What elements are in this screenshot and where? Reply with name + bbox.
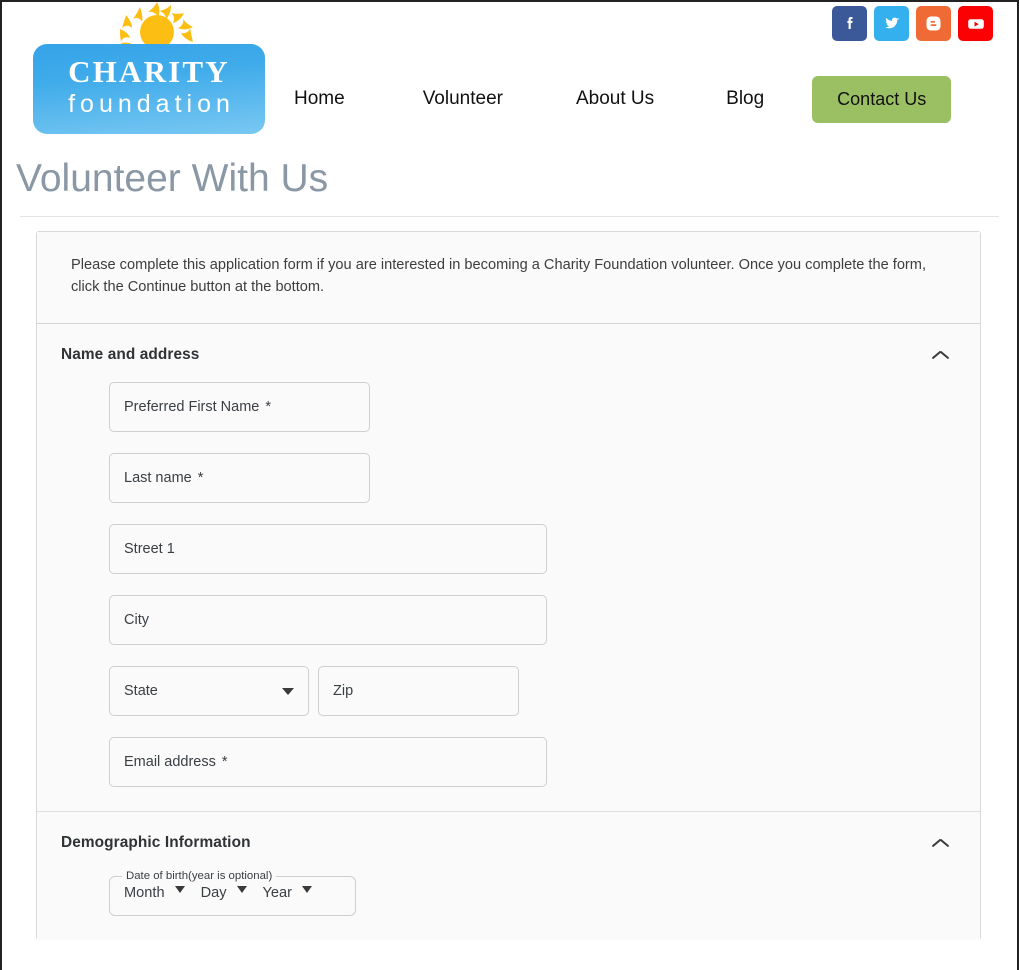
nav-item-volunteer[interactable]: Volunteer <box>423 88 503 110</box>
dob-day-label: Day <box>200 885 227 902</box>
last-name-label: Last name <box>124 470 192 487</box>
email-address-label: Email address <box>124 754 216 771</box>
youtube-icon[interactable] <box>958 6 993 41</box>
section-demographic-information: Demographic Information Date of birth(ye… <box>37 811 980 941</box>
required-marker: * <box>265 399 272 416</box>
chevron-down-icon[interactable] <box>174 885 185 893</box>
dob-month-label: Month <box>124 885 165 902</box>
page-title: Volunteer With Us <box>16 157 329 200</box>
required-marker: * <box>221 754 228 771</box>
state-select[interactable]: State <box>109 666 309 717</box>
required-marker: * <box>197 470 204 487</box>
zip-label: Zip <box>333 683 354 700</box>
preferred-first-name-field[interactable]: Preferred First Name * <box>109 382 370 433</box>
field-row-state-zip: State Zip <box>37 666 980 717</box>
nav-item-home[interactable]: Home <box>294 88 345 110</box>
volunteer-application-form: Please complete this application form if… <box>36 230 981 941</box>
browser-viewport: CHARITY foundation Home Volunteer About … <box>0 0 1019 970</box>
chevron-down-icon[interactable] <box>236 885 247 893</box>
main-navigation: Home Volunteer About Us Blog Contact Us <box>282 75 952 123</box>
section-header-name-and-address[interactable]: Name and address <box>37 324 980 382</box>
field-row-street-1: Street 1 <box>37 524 980 575</box>
logo-text-charity: CHARITY <box>68 54 230 89</box>
section-header-demographic-information[interactable]: Demographic Information <box>37 812 980 870</box>
title-divider <box>20 215 999 217</box>
field-spacer <box>309 666 318 716</box>
street-1-label: Street 1 <box>124 541 175 558</box>
nav-item-blog[interactable]: Blog <box>726 88 764 110</box>
blogger-icon[interactable] <box>916 6 951 41</box>
chevron-down-icon[interactable] <box>282 687 294 695</box>
form-instructions-text: Please complete this application form if… <box>71 256 927 296</box>
contact-us-button[interactable]: Contact Us <box>812 75 952 123</box>
dob-year-select[interactable]: Year <box>263 885 313 901</box>
email-address-field[interactable]: Email address * <box>109 737 547 788</box>
date-of-birth-selects: Month Day Year <box>120 882 345 901</box>
dob-year-label: Year <box>262 885 293 902</box>
preferred-first-name-label: Preferred First Name <box>124 399 260 416</box>
chevron-up-icon[interactable] <box>932 349 950 361</box>
field-row-city: City <box>37 595 980 646</box>
city-label: City <box>124 612 149 629</box>
chevron-up-icon[interactable] <box>932 837 950 849</box>
section-body-name-and-address: Preferred First Name * Last name * Stree… <box>37 382 980 811</box>
last-name-field[interactable]: Last name * <box>109 453 370 504</box>
field-row-email-address: Email address * <box>37 737 980 788</box>
zip-field[interactable]: Zip <box>318 666 519 717</box>
date-of-birth-group: Date of birth(year is optional) Month Da… <box>109 870 356 917</box>
social-links <box>832 6 993 41</box>
section-title: Demographic Information <box>61 834 251 852</box>
logo-text-foundation: foundation <box>68 90 235 118</box>
date-of-birth-legend: Date of birth(year is optional) <box>126 870 273 883</box>
dob-month-select[interactable]: Month <box>124 885 185 901</box>
chevron-down-icon[interactable] <box>302 885 313 893</box>
nav-item-about-us[interactable]: About Us <box>576 88 654 110</box>
logo-plate: CHARITY foundation <box>33 44 265 134</box>
site-header: CHARITY foundation Home Volunteer About … <box>2 2 1017 145</box>
city-field[interactable]: City <box>109 595 547 646</box>
state-label: State <box>124 683 158 700</box>
field-row-preferred-first-name: Preferred First Name * <box>37 382 980 433</box>
section-name-and-address: Name and address Preferred First Name * … <box>37 324 980 812</box>
form-instructions-panel: Please complete this application form if… <box>37 231 980 325</box>
twitter-icon[interactable] <box>874 6 909 41</box>
dob-day-select[interactable]: Day <box>201 885 247 901</box>
section-body-demographic-information: Date of birth(year is optional) Month Da… <box>37 870 980 940</box>
facebook-icon[interactable] <box>832 6 867 41</box>
street-1-field[interactable]: Street 1 <box>109 524 547 575</box>
section-title: Name and address <box>61 346 200 364</box>
field-row-last-name: Last name * <box>37 453 980 504</box>
site-logo[interactable]: CHARITY foundation <box>33 2 265 136</box>
